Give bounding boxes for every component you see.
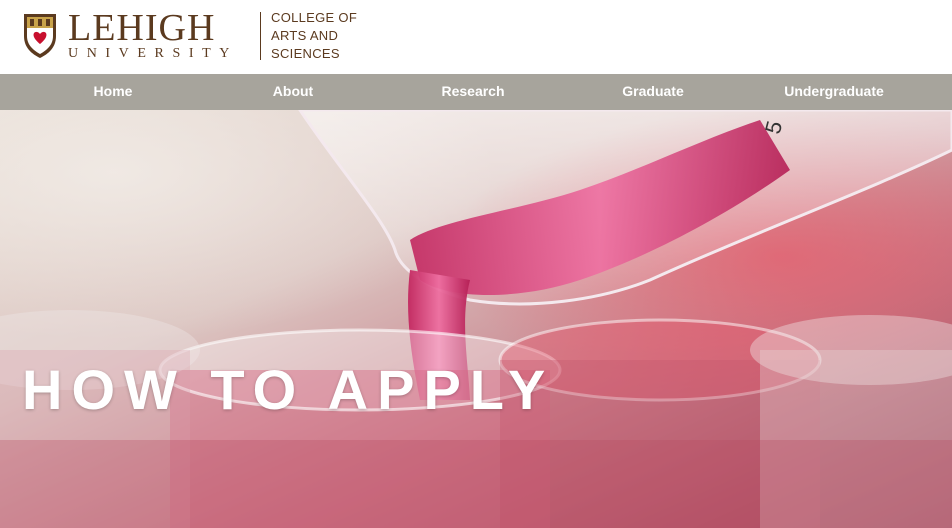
main-nav: Home About Research Graduate Undergradua… xyxy=(0,74,952,110)
logo-divider xyxy=(260,12,261,60)
hero-banner: 5 HOW TO APPLY xyxy=(0,110,952,528)
college-name[interactable]: COLLEGE OF ARTS AND SCIENCES xyxy=(271,9,357,63)
nav-item-home[interactable]: Home xyxy=(60,74,166,110)
nav-item-graduate[interactable]: Graduate xyxy=(600,74,706,110)
hero-lab-image: 5 xyxy=(0,110,952,528)
nav-item-about[interactable]: About xyxy=(240,74,346,110)
nav-item-undergraduate[interactable]: Undergraduate xyxy=(764,74,904,110)
nav-item-research[interactable]: Research xyxy=(420,74,526,110)
logo-name-top: LEHIGH xyxy=(68,7,216,49)
university-logo[interactable]: LEHIGH UNIVERSITY xyxy=(22,7,238,62)
shield-crest-icon xyxy=(24,14,56,58)
logo-name-bottom: UNIVERSITY xyxy=(68,46,238,61)
hero-title: HOW TO APPLY xyxy=(22,358,555,421)
site-header: LEHIGH UNIVERSITY COLLEGE OF ARTS AND SC… xyxy=(0,0,952,74)
